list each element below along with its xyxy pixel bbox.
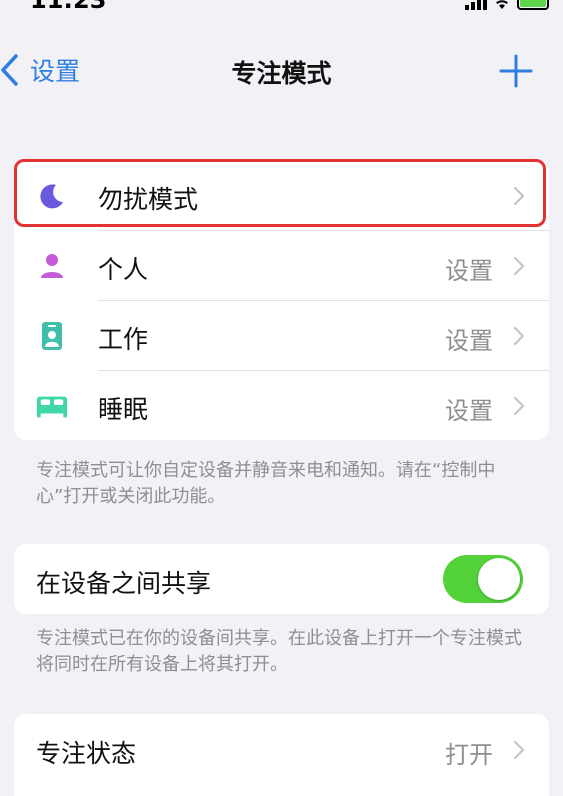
share-toggle[interactable]: [443, 555, 523, 603]
share-label: 在设备之间共享: [36, 569, 212, 598]
share-across-devices-row: 在设备之间共享: [14, 544, 549, 614]
status-bar: 11:23: [0, 0, 563, 14]
focus-status-value: 打开: [445, 741, 493, 769]
focus-mode-label: 个人: [98, 255, 149, 284]
focus-mode-value: 设置: [445, 257, 493, 285]
wifi-icon: [496, 0, 508, 9]
cellular-signal-icon: [465, 0, 487, 10]
chevron-right-icon: [513, 326, 525, 346]
focus-mode-value: 设置: [445, 327, 493, 355]
chevron-right-icon: [513, 186, 525, 206]
chevron-right-icon: [513, 256, 525, 276]
status-time: 11:23: [30, 0, 107, 14]
focus-mode-value: 设置: [445, 397, 493, 425]
focus-status-row[interactable]: 专注状态 打开: [14, 714, 549, 796]
navigation-bar: 设置 专注模式: [0, 40, 563, 104]
share-footnote: 专注模式已在你的设备间共享。在此设备上打开一个专注模式将同时在所有设备上将其打开…: [36, 628, 522, 675]
focus-mode-label: 勿扰模式: [98, 185, 199, 214]
status-icons: [465, 0, 549, 10]
moon-icon: [36, 182, 68, 210]
bed-icon: [36, 392, 68, 420]
focus-mode-label: 工作: [98, 325, 149, 354]
badge-icon: [36, 322, 68, 350]
add-icon[interactable]: [499, 54, 533, 88]
focus-modes-list: 勿扰模式 个人 设置 工作 设置 睡眠 设置: [14, 160, 549, 440]
page-title: 专注模式: [231, 59, 332, 88]
focus-footnote: 专注模式可让你自定设备并静音来电和通知。请在“控制中心”打开或关闭此功能。: [36, 460, 496, 507]
person-icon: [36, 252, 68, 280]
focus-mode-label: 睡眠: [98, 395, 149, 424]
focus-mode-do-not-disturb[interactable]: 勿扰模式: [14, 160, 549, 230]
chevron-right-icon: [513, 396, 525, 416]
focus-status-label: 专注状态: [36, 739, 137, 768]
focus-mode-sleep[interactable]: 睡眠 设置: [14, 370, 549, 440]
battery-icon: [517, 0, 549, 10]
focus-mode-work[interactable]: 工作 设置: [14, 300, 549, 370]
toggle-knob: [478, 558, 520, 600]
chevron-right-icon: [513, 740, 525, 760]
focus-mode-personal[interactable]: 个人 设置: [14, 230, 549, 300]
